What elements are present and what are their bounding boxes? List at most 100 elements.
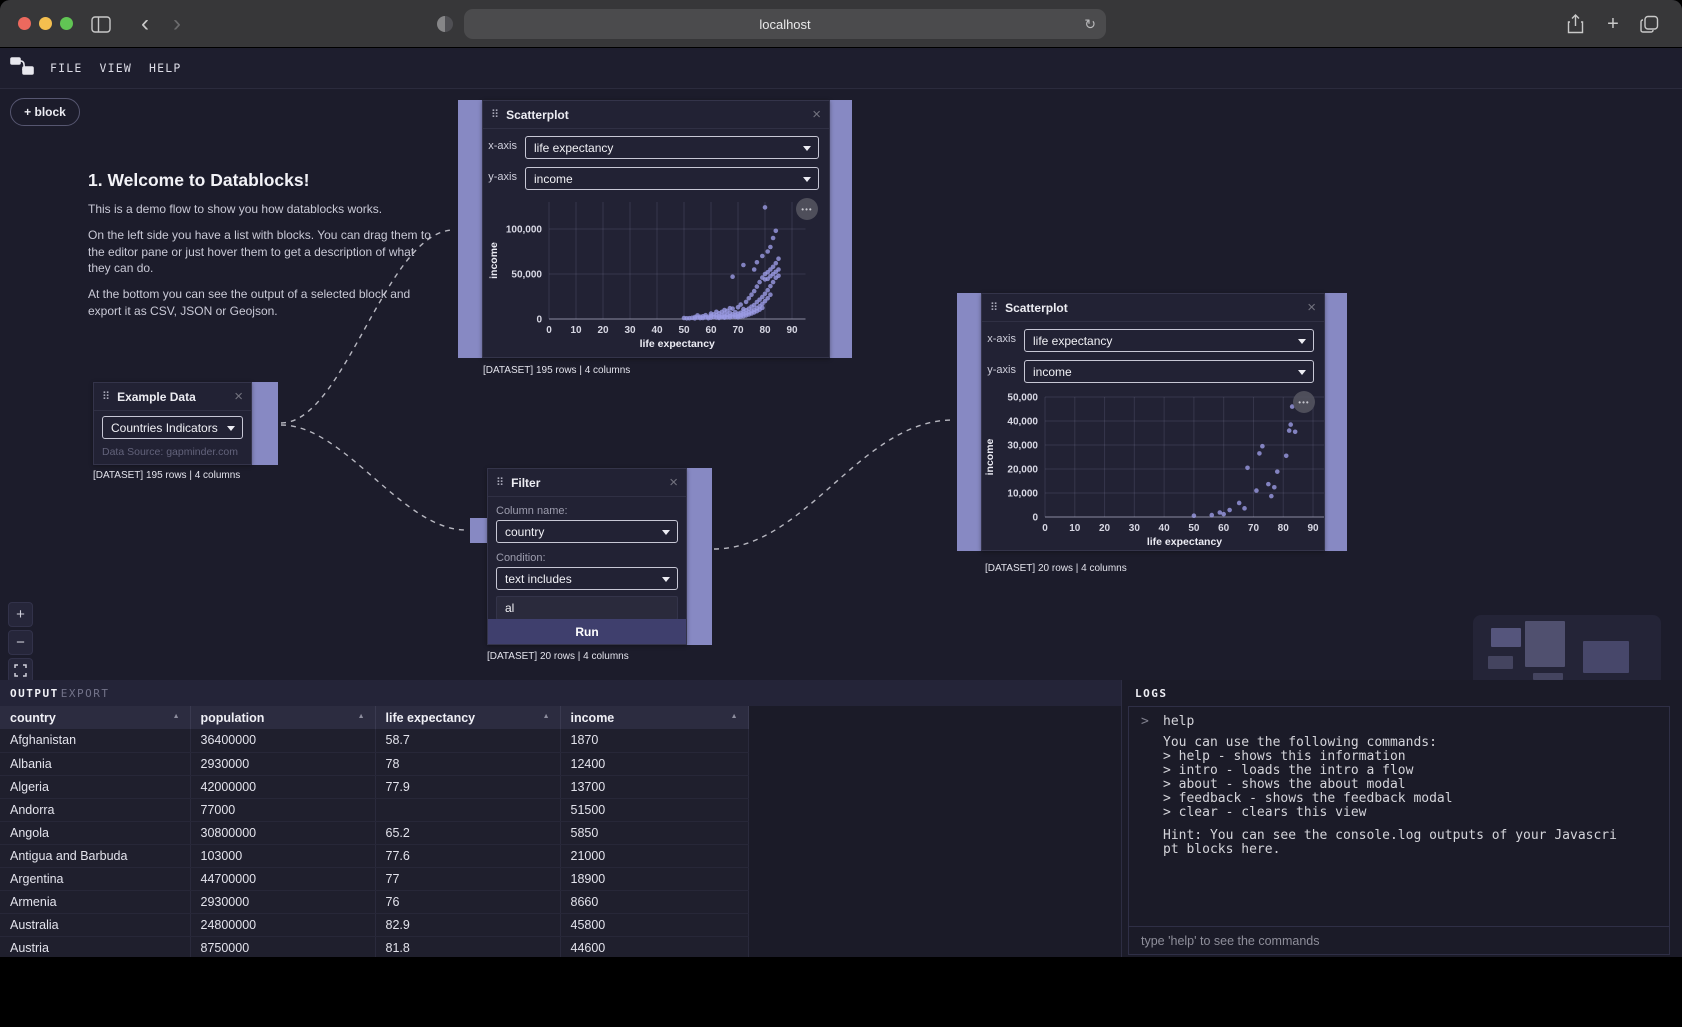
svg-text:90: 90 xyxy=(1307,523,1319,534)
table-cell: 78 xyxy=(375,752,560,775)
svg-text:60: 60 xyxy=(705,325,717,336)
y-axis-select[interactable]: income xyxy=(525,167,819,190)
menu-help[interactable]: HELP xyxy=(149,61,182,75)
input-handle[interactable] xyxy=(957,293,981,551)
input-handle[interactable] xyxy=(458,100,482,358)
chevron-down-icon xyxy=(803,146,811,151)
x-axis-select[interactable]: life expectancy xyxy=(1024,329,1314,352)
table-cell: 8660 xyxy=(560,890,748,913)
table-cell: Andorra xyxy=(0,798,190,821)
chart-options-button[interactable]: ••• xyxy=(796,198,818,220)
output-handle[interactable] xyxy=(1325,293,1347,551)
scatterplot-block-top[interactable]: ⠿ Scatterplot × x-axis life expectancy y… xyxy=(482,100,830,358)
x-axis-label: x-axis xyxy=(982,333,1016,345)
close-icon[interactable]: × xyxy=(234,389,243,404)
chart-options-button[interactable]: ••• xyxy=(1293,391,1315,413)
y-axis-select[interactable]: income xyxy=(1024,360,1314,383)
dataset-caption: [DATASET] 20 rows | 4 columns xyxy=(985,563,1127,574)
drag-handle-icon[interactable]: ⠿ xyxy=(496,476,504,489)
minimap-block xyxy=(1533,673,1563,680)
tab-export[interactable]: EXPORT xyxy=(61,687,110,700)
close-icon[interactable]: × xyxy=(669,475,678,490)
reload-icon[interactable]: ↻ xyxy=(1084,16,1096,33)
close-icon[interactable]: × xyxy=(1307,300,1316,315)
svg-text:20: 20 xyxy=(597,325,609,336)
column-header[interactable]: income▲ xyxy=(560,706,748,729)
column-header[interactable]: country▲ xyxy=(0,706,190,729)
filter-block[interactable]: ⠿ Filter × Column name: country Conditio… xyxy=(487,468,687,645)
filter-value-input[interactable] xyxy=(496,596,678,620)
output-handle[interactable] xyxy=(252,382,278,465)
close-window-button[interactable] xyxy=(18,17,31,30)
block-title: Scatterplot xyxy=(1005,301,1307,315)
menu-view[interactable]: VIEW xyxy=(100,61,133,75)
new-tab-button[interactable]: + xyxy=(1600,12,1626,36)
svg-text:60: 60 xyxy=(1218,523,1230,534)
dataset-select[interactable]: Countries Indicators xyxy=(102,416,243,439)
browser-chrome: ‹ › localhost ↻ + xyxy=(0,0,1682,48)
table-cell: Armenia xyxy=(0,890,190,913)
table-cell: 13700 xyxy=(560,775,748,798)
table-cell: Angola xyxy=(0,821,190,844)
welcome-paragraph: On the left side you have a list with bl… xyxy=(88,227,440,276)
output-handle[interactable] xyxy=(687,468,712,645)
minimize-window-button[interactable] xyxy=(39,17,52,30)
url-bar[interactable]: localhost ↻ xyxy=(464,9,1106,39)
column-header[interactable]: life expectancy▲ xyxy=(375,706,560,729)
sort-asc-icon[interactable]: ▲ xyxy=(358,713,365,720)
drag-handle-icon[interactable]: ⠿ xyxy=(990,301,998,314)
log-line: > intro - loads the intro a flow xyxy=(1163,764,1657,778)
table-cell: 82.9 xyxy=(375,913,560,936)
run-button[interactable]: Run xyxy=(488,619,686,644)
table-row: Australia2480000082.945800 xyxy=(0,913,748,936)
zoom-window-button[interactable] xyxy=(60,17,73,30)
forward-button[interactable]: › xyxy=(164,12,190,36)
block-title: Filter xyxy=(511,476,669,490)
svg-text:50,000: 50,000 xyxy=(1007,393,1038,404)
dataset-caption: [DATASET] 20 rows | 4 columns xyxy=(487,651,629,662)
logs-command-input[interactable] xyxy=(1129,927,1669,954)
output-handle[interactable] xyxy=(830,100,852,358)
table-cell: 8750000 xyxy=(190,936,375,957)
table-row: Albania29300007812400 xyxy=(0,752,748,775)
zoom-out-button[interactable]: − xyxy=(8,630,33,655)
table-cell: 1870 xyxy=(560,729,748,752)
scatterplot-block-right[interactable]: ⠿ Scatterplot × x-axis life expectancy y… xyxy=(981,293,1325,551)
share-icon[interactable] xyxy=(1562,12,1588,36)
svg-text:life expectancy: life expectancy xyxy=(640,338,715,350)
tab-overview-icon[interactable] xyxy=(1636,12,1662,36)
close-icon[interactable]: × xyxy=(812,107,821,122)
add-block-button[interactable]: + block xyxy=(10,98,80,126)
table-cell: Austria xyxy=(0,936,190,957)
table-cell: 44600 xyxy=(560,936,748,957)
svg-text:income: income xyxy=(984,438,996,475)
svg-text:50: 50 xyxy=(1188,523,1200,534)
svg-text:80: 80 xyxy=(759,325,771,336)
tab-output[interactable]: OUTPUT xyxy=(10,687,59,700)
sidebar-toggle-icon[interactable] xyxy=(88,12,114,36)
drag-handle-icon[interactable]: ⠿ xyxy=(102,390,110,403)
table-cell: 21000 xyxy=(560,844,748,867)
menu-file[interactable]: FILE xyxy=(50,61,83,75)
bottom-panel: OUTPUT EXPORT country▲population▲life ex… xyxy=(0,680,1682,957)
dataset-caption: [DATASET] 195 rows | 4 columns xyxy=(93,470,240,481)
example-data-block[interactable]: ⠿ Example Data × Countries Indicators Da… xyxy=(93,382,252,465)
svg-text:50: 50 xyxy=(678,325,690,336)
zoom-in-button[interactable]: + xyxy=(8,602,33,627)
input-handle[interactable] xyxy=(470,518,487,543)
sort-asc-icon[interactable]: ▲ xyxy=(731,713,738,720)
table-cell: 44700000 xyxy=(190,867,375,890)
welcome-note: 1. Welcome to Datablocks! This is a demo… xyxy=(88,170,440,329)
column-header[interactable]: population▲ xyxy=(190,706,375,729)
column-select[interactable]: country xyxy=(496,520,678,543)
svg-text:40: 40 xyxy=(1159,523,1171,534)
svg-text:30,000: 30,000 xyxy=(1007,441,1038,452)
back-button[interactable]: ‹ xyxy=(132,12,158,36)
condition-select[interactable]: text includes xyxy=(496,567,678,590)
x-axis-select[interactable]: life expectancy xyxy=(525,136,819,159)
drag-handle-icon[interactable]: ⠿ xyxy=(491,108,499,121)
minimap[interactable] xyxy=(1473,615,1661,680)
sort-asc-icon[interactable]: ▲ xyxy=(543,713,550,720)
flow-canvas[interactable]: + block 1. Welcome to Datablocks! This i… xyxy=(0,89,1682,680)
sort-asc-icon[interactable]: ▲ xyxy=(173,713,180,720)
